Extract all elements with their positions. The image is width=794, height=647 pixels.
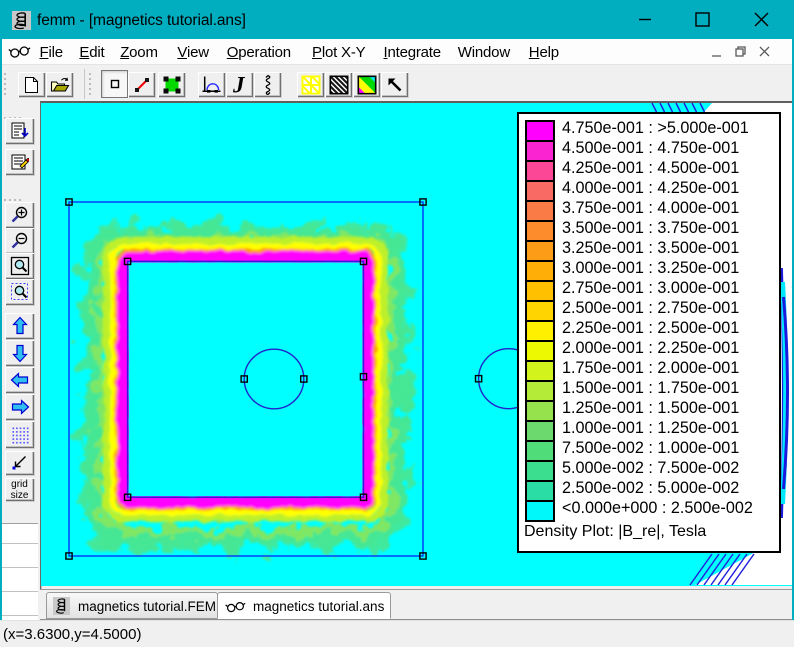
svg-text:J: J: [233, 74, 246, 95]
